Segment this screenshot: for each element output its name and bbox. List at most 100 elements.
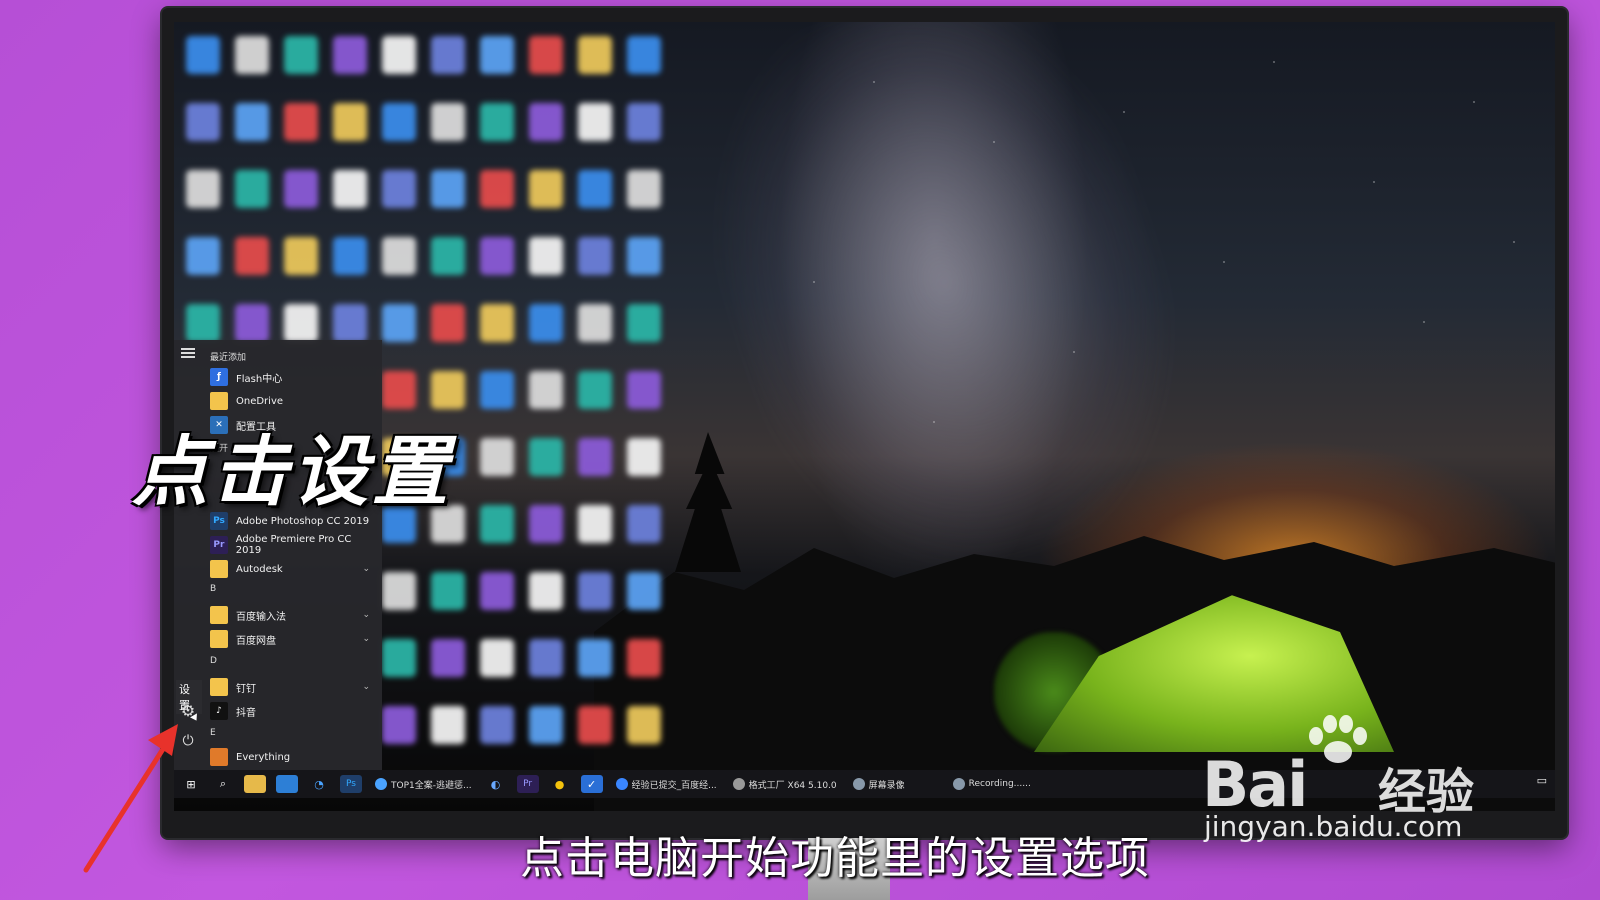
- letter-header-b[interactable]: B: [210, 584, 216, 594]
- desktop-shortcut-icon[interactable]: [431, 371, 465, 409]
- start-item-premiere[interactable]: Pr Adobe Premiere Pro CC 2019: [210, 534, 378, 556]
- desktop-shortcut-icon[interactable]: [480, 706, 514, 744]
- desktop-shortcut-icon[interactable]: [235, 36, 269, 74]
- letter-header-e[interactable]: E: [210, 728, 216, 738]
- desktop-shortcut-icon[interactable]: [578, 438, 612, 476]
- start-item-everything[interactable]: Everything: [210, 746, 378, 768]
- desktop-shortcut-icon[interactable]: [382, 572, 416, 610]
- start-item-autodesk[interactable]: Autodesk ⌄: [210, 558, 378, 580]
- start-item-baidu-netdisk[interactable]: 百度网盘 ⌄: [210, 628, 378, 650]
- letter-header-d[interactable]: D: [210, 656, 217, 666]
- desktop-shortcut-icon[interactable]: [480, 639, 514, 677]
- desktop-shortcut-icon[interactable]: [578, 170, 612, 208]
- desktop-shortcut-icon[interactable]: [480, 371, 514, 409]
- desktop-shortcut-icon[interactable]: [382, 706, 416, 744]
- desktop-shortcut-icon[interactable]: [627, 237, 661, 275]
- desktop-shortcut-icon[interactable]: [284, 103, 318, 141]
- desktop-shortcut-icon[interactable]: [431, 237, 465, 275]
- desktop-shortcut-icon[interactable]: [382, 170, 416, 208]
- desktop-shortcut-icon[interactable]: [284, 36, 318, 74]
- desktop-shortcut-icon[interactable]: [235, 237, 269, 275]
- desktop-shortcut-icon[interactable]: [627, 36, 661, 74]
- desktop-shortcut-icon[interactable]: [480, 36, 514, 74]
- desktop-shortcut-icon[interactable]: [529, 505, 563, 543]
- desktop-shortcut-icon[interactable]: [431, 706, 465, 744]
- taskbar-app-jingyan[interactable]: 经验已提交_百度经...: [615, 778, 717, 791]
- desktop-shortcut-icon[interactable]: [529, 639, 563, 677]
- desktop-shortcut-icon[interactable]: [578, 304, 612, 342]
- desktop-shortcut-icon[interactable]: [529, 36, 563, 74]
- desktop-shortcut-icon[interactable]: [578, 237, 612, 275]
- start-item-flash[interactable]: ƒ Flash中心: [210, 366, 378, 388]
- desktop-shortcut-icon[interactable]: [529, 304, 563, 342]
- desktop-shortcut-icon[interactable]: [333, 170, 367, 208]
- photoshop-taskbar-icon[interactable]: Ps: [340, 775, 362, 793]
- desktop-shortcut-icon[interactable]: [627, 438, 661, 476]
- desktop-shortcut-icon[interactable]: [529, 706, 563, 744]
- notification-icon[interactable]: ▭: [1537, 774, 1547, 787]
- desktop-shortcut-icon[interactable]: [480, 304, 514, 342]
- hamburger-menu-icon[interactable]: [181, 348, 195, 358]
- desktop-shortcut-icon[interactable]: [382, 304, 416, 342]
- desktop-shortcut-icon[interactable]: [333, 103, 367, 141]
- desktop-shortcut-icon[interactable]: [284, 237, 318, 275]
- desktop-shortcut-icon[interactable]: [578, 371, 612, 409]
- desktop-shortcut-icon[interactable]: [627, 505, 661, 543]
- feishu-icon[interactable]: ✓: [580, 775, 603, 793]
- desktop-shortcut-icon[interactable]: [382, 36, 416, 74]
- desktop-shortcut-icon[interactable]: [382, 103, 416, 141]
- desktop-shortcut-icon[interactable]: [186, 237, 220, 275]
- desktop-shortcut-icon[interactable]: [529, 237, 563, 275]
- taskbar-app-recording[interactable]: Recording......: [952, 778, 1031, 790]
- desktop-shortcut-icon[interactable]: [431, 639, 465, 677]
- desktop-shortcut-icon[interactable]: [235, 304, 269, 342]
- premiere-taskbar-icon[interactable]: Pr: [516, 775, 539, 793]
- desktop-shortcut-icon[interactable]: [480, 505, 514, 543]
- start-item-onedrive[interactable]: OneDrive: [210, 390, 378, 412]
- taskbar-app-screen-recorder[interactable]: 屏幕录像: [852, 778, 905, 791]
- desktop-shortcut-icon[interactable]: [235, 170, 269, 208]
- search-icon[interactable]: ⌕: [212, 775, 234, 793]
- mail-icon[interactable]: [276, 775, 298, 793]
- desktop-shortcut-icon[interactable]: [382, 639, 416, 677]
- desktop-shortcut-icon[interactable]: [627, 371, 661, 409]
- desktop-shortcut-icon[interactable]: [431, 304, 465, 342]
- browser-icon[interactable]: ◔: [308, 775, 330, 793]
- desktop-shortcut-icon[interactable]: [480, 237, 514, 275]
- desktop-shortcut-icon[interactable]: [333, 304, 367, 342]
- desktop-shortcut-icon[interactable]: [578, 36, 612, 74]
- taskbar-app-format-factory[interactable]: 格式工厂 X64 5.10.0: [732, 778, 837, 791]
- desktop-shortcut-icon[interactable]: [480, 572, 514, 610]
- desktop-shortcut-icon[interactable]: [333, 36, 367, 74]
- desktop-shortcut-icon[interactable]: [578, 639, 612, 677]
- desktop-shortcut-icon[interactable]: [529, 103, 563, 141]
- desktop-shortcut-icon[interactable]: [480, 438, 514, 476]
- desktop-shortcut-icon[interactable]: [578, 706, 612, 744]
- desktop-shortcut-icon[interactable]: [186, 103, 220, 141]
- start-item-dingtalk[interactable]: 钉钉 ⌄: [210, 676, 378, 698]
- desktop-shortcut-icon[interactable]: [578, 505, 612, 543]
- desktop-shortcut-icon[interactable]: [431, 572, 465, 610]
- desktop-shortcut-icon[interactable]: [627, 170, 661, 208]
- file-explorer-icon[interactable]: [244, 775, 266, 793]
- desktop-shortcut-icon[interactable]: [480, 103, 514, 141]
- desktop-shortcut-icon[interactable]: [578, 103, 612, 141]
- desktop-shortcut-icon[interactable]: [529, 371, 563, 409]
- start-item-baidu-ime[interactable]: 百度输入法 ⌄: [210, 604, 378, 626]
- desktop-shortcut-icon[interactable]: [186, 36, 220, 74]
- desktop-shortcut-icon[interactable]: [627, 572, 661, 610]
- desktop-shortcut-icon[interactable]: [529, 572, 563, 610]
- taskbar-app-top1[interactable]: TOP1全案-逃避惩...: [375, 778, 472, 791]
- desktop-shortcut-icon[interactable]: [431, 36, 465, 74]
- desktop-shortcut-icon[interactable]: [627, 304, 661, 342]
- browser-icon[interactable]: ◐: [485, 775, 507, 793]
- desktop-shortcut-icon[interactable]: [382, 237, 416, 275]
- desktop-shortcut-icon[interactable]: [431, 170, 465, 208]
- desktop-shortcut-icon[interactable]: [480, 170, 514, 208]
- start-item-douyin[interactable]: ♪ 抖音: [210, 700, 378, 722]
- desktop-shortcut-icon[interactable]: [186, 304, 220, 342]
- desktop-shortcut-icon[interactable]: [529, 438, 563, 476]
- chrome-icon[interactable]: ●: [549, 775, 571, 793]
- desktop-shortcut-icon[interactable]: [284, 304, 318, 342]
- desktop-shortcut-icon[interactable]: [578, 572, 612, 610]
